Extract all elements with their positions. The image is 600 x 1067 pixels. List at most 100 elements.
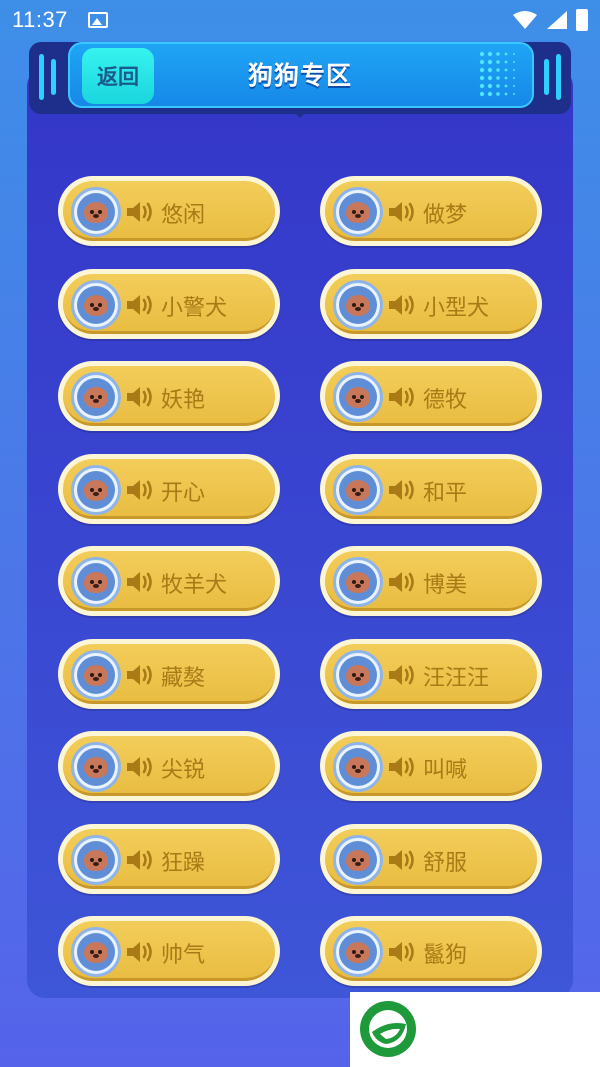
status-icons [512, 9, 588, 31]
status-bar: 11:37 [0, 0, 600, 40]
dog-avatar-icon [333, 465, 383, 515]
sound-button[interactable]: 帅气 [58, 916, 280, 986]
sound-label: 藏獒 [161, 666, 206, 691]
image-notification-icon [87, 12, 108, 28]
status-time: 11:37 [12, 7, 68, 32]
sound-label: 小型犬 [423, 296, 490, 321]
sound-button-face: 舒服 [325, 829, 537, 889]
dog-avatar-icon [71, 835, 121, 885]
sound-button-face: 藏獒 [63, 644, 275, 704]
header-left-deco-2 [51, 59, 56, 95]
sound-label: 尖锐 [161, 758, 206, 783]
speaker-icon [127, 850, 152, 870]
sound-button[interactable]: 妖艳 [58, 361, 280, 431]
sound-label: 妖艳 [161, 388, 206, 413]
sound-button-face: 妖艳 [63, 366, 275, 426]
green-g-logo-icon [360, 1001, 416, 1057]
sound-label: 汪汪汪 [423, 666, 490, 691]
sound-label: 开心 [161, 481, 206, 506]
sound-button[interactable]: 藏獒 [58, 639, 280, 709]
sound-label: 和平 [423, 481, 468, 506]
speaker-icon [127, 202, 152, 222]
sound-label: 博美 [423, 573, 468, 598]
speaker-icon [127, 480, 152, 500]
speaker-icon [389, 850, 414, 870]
sound-button[interactable]: 博美 [320, 546, 542, 616]
speaker-icon [389, 387, 414, 407]
dog-avatar-icon [333, 650, 383, 700]
dog-avatar-icon [71, 187, 121, 237]
header-left-deco [39, 54, 44, 100]
sound-button[interactable]: 牧羊犬 [58, 546, 280, 616]
sound-label: 舒服 [423, 851, 468, 876]
speaker-icon [127, 757, 152, 777]
dog-avatar-icon [71, 742, 121, 792]
sound-button[interactable]: 悠闲 [58, 176, 280, 246]
sound-button-face: 开心 [63, 459, 275, 519]
ad-banner[interactable] [350, 992, 600, 1067]
sound-button[interactable]: 叫喊 [320, 731, 542, 801]
sound-button-face: 帅气 [63, 921, 275, 981]
header-right-deco [556, 54, 561, 100]
dog-avatar-icon [333, 742, 383, 792]
sound-label: 小警犬 [161, 296, 228, 321]
sound-button[interactable]: 和平 [320, 454, 542, 524]
sound-button-face: 德牧 [325, 366, 537, 426]
sound-label: 做梦 [423, 203, 468, 228]
dog-avatar-icon [333, 557, 383, 607]
signal-icon [547, 11, 567, 29]
dog-avatar-icon [71, 650, 121, 700]
sound-label: 鬣狗 [423, 943, 468, 968]
sound-button[interactable]: 舒服 [320, 824, 542, 894]
sound-button[interactable]: 小警犬 [58, 269, 280, 339]
speaker-icon [389, 202, 414, 222]
sound-button[interactable]: 德牧 [320, 361, 542, 431]
wifi-icon [513, 11, 537, 29]
sound-label: 狂躁 [161, 851, 206, 876]
speaker-icon [389, 572, 414, 592]
back-button[interactable]: 返回 [82, 48, 154, 104]
sound-button-face: 狂躁 [63, 829, 275, 889]
speaker-icon [127, 572, 152, 592]
dog-avatar-icon [333, 187, 383, 237]
speaker-icon [389, 757, 414, 777]
speaker-icon [389, 665, 414, 685]
sound-button-face: 鬣狗 [325, 921, 537, 981]
sound-button[interactable]: 鬣狗 [320, 916, 542, 986]
sound-button-face: 汪汪汪 [325, 644, 537, 704]
speaker-icon [389, 942, 414, 962]
dog-avatar-icon [71, 557, 121, 607]
sound-label: 牧羊犬 [161, 573, 228, 598]
dog-avatar-icon [333, 835, 383, 885]
sound-button-face: 牧羊犬 [63, 551, 275, 611]
sound-button[interactable]: 小型犬 [320, 269, 542, 339]
sound-button-face: 小型犬 [325, 274, 537, 334]
speaker-icon [389, 295, 414, 315]
sound-button[interactable]: 狂躁 [58, 824, 280, 894]
dog-avatar-icon [71, 372, 121, 422]
dog-avatar-icon [333, 280, 383, 330]
dog-avatar-icon [333, 927, 383, 977]
sound-button[interactable]: 尖锐 [58, 731, 280, 801]
sound-button[interactable]: 汪汪汪 [320, 639, 542, 709]
speaker-icon [127, 665, 152, 685]
sound-button[interactable]: 开心 [58, 454, 280, 524]
sound-label: 叫喊 [423, 758, 468, 783]
dog-avatar-icon [71, 465, 121, 515]
sound-button-face: 叫喊 [325, 736, 537, 796]
speaker-icon [127, 387, 152, 407]
dots-decoration-icon [479, 51, 515, 97]
speaker-icon [127, 942, 152, 962]
speaker-icon [389, 480, 414, 500]
sound-button-face: 悠闲 [63, 181, 275, 241]
sound-button[interactable]: 做梦 [320, 176, 542, 246]
dog-avatar-icon [333, 372, 383, 422]
sound-button-face: 和平 [325, 459, 537, 519]
sound-label: 悠闲 [161, 203, 206, 228]
sound-button-face: 做梦 [325, 181, 537, 241]
sound-button-face: 博美 [325, 551, 537, 611]
sound-label: 德牧 [423, 388, 468, 413]
sound-label: 帅气 [161, 943, 206, 968]
header-right-deco-2 [544, 59, 549, 95]
sound-button-face: 小警犬 [63, 274, 275, 334]
